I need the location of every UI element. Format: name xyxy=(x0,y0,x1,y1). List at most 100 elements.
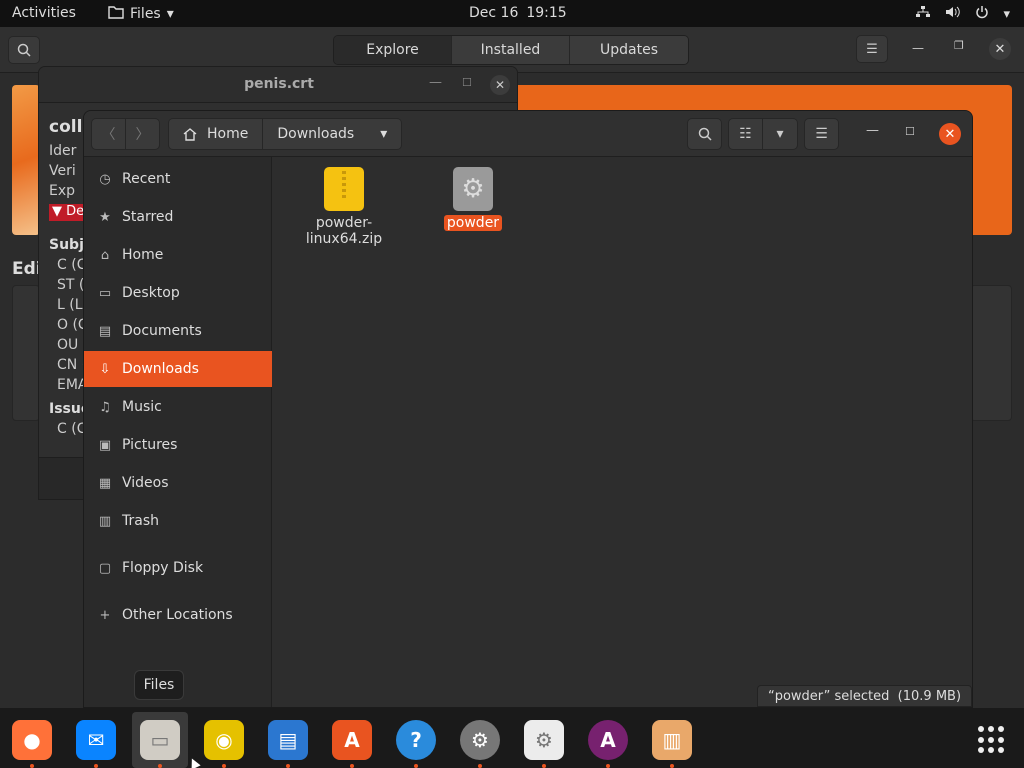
dock-item-libreoffice-writer[interactable]: ▤ xyxy=(260,712,316,768)
dock-tooltip: Files xyxy=(134,670,184,700)
search-icon xyxy=(698,127,712,141)
maximize-button[interactable]: ☐ xyxy=(462,76,472,89)
thunderbird-icon: ✉ xyxy=(76,720,116,760)
sidebar-item-label: Recent xyxy=(122,171,171,187)
maximize-button[interactable]: ❐ xyxy=(954,39,964,52)
app-card[interactable] xyxy=(970,285,1012,421)
breadcrumb-label: Home xyxy=(207,126,249,142)
list-view-button[interactable]: ☷ xyxy=(728,118,763,150)
path-bar: Home Downloads ▾ xyxy=(168,118,403,150)
sidebar-item-desktop[interactable]: ▭ Desktop xyxy=(84,275,272,311)
running-indicator xyxy=(350,764,354,768)
breadcrumb-downloads[interactable]: Downloads ▾ xyxy=(263,119,402,149)
libreoffice-writer-icon: ▤ xyxy=(268,720,308,760)
tab-explore[interactable]: Explore xyxy=(334,36,452,64)
file-item-powder[interactable]: ⚙ powder xyxy=(418,167,528,231)
sidebar-item-trash[interactable]: ▥ Trash xyxy=(84,503,272,539)
app-menu-label: Files xyxy=(130,6,161,22)
file-name-line: powder- xyxy=(315,215,373,231)
chevron-down-icon: ▾ xyxy=(166,6,174,22)
sidebar-item-other-locations[interactable]: + Other Locations xyxy=(84,597,272,633)
dock-item-certificate-viewer[interactable]: ⚙ xyxy=(516,712,572,768)
sidebar-item-floppy-disk[interactable]: ▢ Floppy Disk xyxy=(84,550,272,586)
forward-button[interactable]: 〉 xyxy=(125,118,160,150)
search-button[interactable] xyxy=(8,36,40,64)
close-button[interactable]: ✕ xyxy=(939,123,961,145)
close-button[interactable]: ✕ xyxy=(989,38,1011,60)
dock-item-settings[interactable]: ⚙ xyxy=(452,712,508,768)
home-icon xyxy=(183,127,197,141)
file-item-zip[interactable]: powder-linux64.zip xyxy=(289,167,399,247)
sidebar-item-starred[interactable]: ★ Starred xyxy=(84,199,272,235)
sidebar-item-downloads[interactable]: ⇩ Downloads xyxy=(84,351,272,387)
sidebar-item-label: Documents xyxy=(122,323,202,339)
app-card[interactable] xyxy=(12,285,40,421)
places-sidebar: ◷ Recent ★ Starred ⌂ Home ▭ Desktop ▤ Documents ⇩ D… xyxy=(84,157,272,707)
help-icon: ? xyxy=(396,720,436,760)
running-indicator xyxy=(222,764,226,768)
power-icon xyxy=(975,5,989,23)
sidebar-item-home[interactable]: ⌂ Home xyxy=(84,237,272,273)
dock-item-archive-manager[interactable]: ▥ xyxy=(644,712,700,768)
breadcrumb-home[interactable]: Home xyxy=(169,119,264,149)
files-window: 〈 〉 Home Downloads ▾ ☷ ▾ ☰ — ☐ ✕ ◷ Recent… xyxy=(83,110,973,708)
sidebar-item-videos[interactable]: ▦ Videos xyxy=(84,465,272,501)
app-menu[interactable]: Files ▾ xyxy=(108,5,174,23)
dock-item-help[interactable]: ? xyxy=(388,712,444,768)
close-button[interactable]: ✕ xyxy=(490,75,510,95)
sidebar-item-pictures[interactable]: ▣ Pictures xyxy=(84,427,272,463)
banner-image[interactable] xyxy=(12,85,40,235)
folder-icon xyxy=(108,5,124,23)
dock-item-firefox[interactable]: ● xyxy=(4,712,60,768)
sidebar-item-documents[interactable]: ▤ Documents xyxy=(84,313,272,349)
running-indicator xyxy=(414,764,418,768)
triangle-down-icon: ▼ xyxy=(52,204,67,219)
dock-item-thunderbird[interactable]: ✉ xyxy=(68,712,124,768)
minimize-button[interactable]: — xyxy=(912,41,924,55)
menu-button[interactable]: ☰ xyxy=(856,35,888,63)
list-view-icon: ☷ xyxy=(739,126,752,142)
hamburger-icon: ☰ xyxy=(815,126,828,142)
dock-item-rhythmbox[interactable]: ◉ xyxy=(196,712,252,768)
sidebar-item-label: Desktop xyxy=(122,285,180,301)
system-tray[interactable]: ▾ xyxy=(915,5,1010,23)
expander-label: De xyxy=(66,204,85,219)
activities-button[interactable]: Activities xyxy=(12,5,76,21)
zip-archive-icon xyxy=(324,167,364,211)
running-indicator xyxy=(606,764,610,768)
view-options-button[interactable]: ▾ xyxy=(762,118,798,150)
dock-item-software-purple[interactable]: A xyxy=(580,712,636,768)
back-button[interactable]: 〈 xyxy=(91,118,126,150)
download-icon: ⇩ xyxy=(99,361,111,377)
sidebar-item-label: Other Locations xyxy=(122,607,233,623)
tab-updates[interactable]: Updates xyxy=(570,36,688,64)
running-indicator xyxy=(478,764,482,768)
hamburger-icon: ☰ xyxy=(866,41,878,57)
files-headerbar[interactable]: 〈 〉 Home Downloads ▾ ☷ ▾ ☰ — ☐ ✕ xyxy=(84,111,972,157)
details-expander[interactable]: ▼ De xyxy=(49,204,88,221)
sidebar-item-recent[interactable]: ◷ Recent xyxy=(84,161,272,197)
file-name: powder xyxy=(443,215,503,231)
sidebar-item-label: Music xyxy=(122,399,162,415)
dock-item-software-center[interactable]: A xyxy=(324,712,380,768)
titlebar[interactable]: penis.crt — ☐ ✕ xyxy=(39,67,517,103)
clock[interactable]: Dec 16 19:15 xyxy=(469,5,567,21)
show-applications-icon[interactable] xyxy=(978,726,1006,754)
floppy-icon: ▢ xyxy=(98,560,112,576)
dock: ● ✉ ▭ ◉ ▤ A? ⚙ ⚙ A ▥ xyxy=(0,708,1024,768)
software-center-icon: A xyxy=(332,720,372,760)
sidebar-item-music[interactable]: ♫ Music xyxy=(84,389,272,425)
maximize-button[interactable]: ☐ xyxy=(905,125,915,138)
tab-installed[interactable]: Installed xyxy=(452,36,570,64)
minimize-button[interactable]: — xyxy=(429,75,442,90)
menu-button[interactable]: ☰ xyxy=(804,118,839,150)
file-view[interactable]: powder-linux64.zip ⚙ powder xyxy=(273,157,972,707)
executable-icon: ⚙ xyxy=(453,167,493,211)
software-tabs: Explore Installed Updates xyxy=(333,35,689,65)
search-button[interactable] xyxy=(687,118,722,150)
music-icon: ♫ xyxy=(99,399,111,415)
archive-manager-icon: ▥ xyxy=(652,720,692,760)
minimize-button[interactable]: — xyxy=(866,123,879,138)
running-indicator xyxy=(542,764,546,768)
dock-item-files[interactable]: ▭ xyxy=(132,712,188,768)
